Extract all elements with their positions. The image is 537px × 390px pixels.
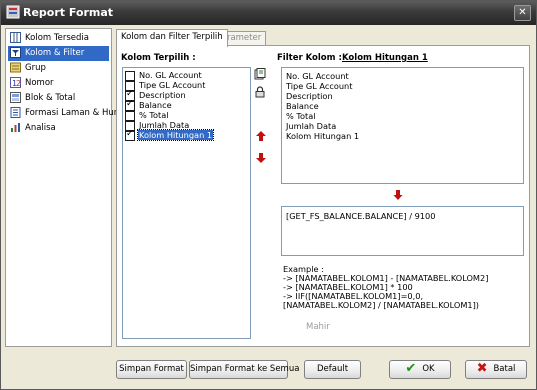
sidebar-item-label: Kolom Tersedia — [25, 33, 89, 43]
checkbox[interactable]: ✓ — [125, 99, 135, 111]
filter-fields-list[interactable]: No. GL Account Tipe GL Account Descripti… — [281, 67, 524, 184]
list-item[interactable]: Tipe GL Account — [286, 81, 352, 91]
list-item-label: Description — [139, 90, 186, 100]
list-item-label: No. GL Account — [139, 70, 202, 80]
mahir-toggle[interactable]: Mahir — [306, 322, 330, 332]
close-icon: ✕ — [518, 7, 527, 18]
sidebar-item-nomor[interactable]: 12 Nomor — [8, 76, 109, 91]
sidebar-item-formasi-laman[interactable]: Formasi Laman & Huruf — [8, 106, 126, 121]
ok-button[interactable]: ✔ OK — [389, 360, 451, 379]
number-icon: 12 — [10, 77, 21, 88]
tab-panel: Kolom Terpilih : No. GL Account Tipe GL … — [116, 45, 530, 347]
analysis-icon — [11, 123, 20, 132]
sidebar-item-label: Formasi Laman & Huruf — [25, 108, 126, 118]
list-item-label: % Total — [139, 110, 169, 120]
selected-columns-list[interactable]: No. GL Account Tipe GL Account ✓ Descrip… — [122, 67, 251, 339]
button-label: Simpan Format ke Semua — [190, 364, 300, 374]
move-down-icon[interactable] — [255, 152, 267, 164]
list-item[interactable]: Jumlah Data — [286, 121, 336, 131]
filter-heading: Filter Kolom : — [277, 53, 342, 63]
checkbox[interactable]: ✓ — [125, 129, 135, 141]
checkmark-icon: ✓ — [126, 99, 134, 109]
svg-text:2: 2 — [16, 79, 21, 88]
sidebar-item-kolom-tersedia[interactable]: Kolom Tersedia — [8, 31, 109, 46]
group-icon — [10, 62, 21, 73]
close-button[interactable]: ✕ — [514, 5, 531, 21]
report-format-window: Report Format ✕ Kolom Tersedia Kolom & F… — [0, 0, 537, 390]
list-item[interactable]: ✓ Kolom Hitungan 1 — [125, 129, 248, 141]
tab-kolom-dan-filter[interactable]: Kolom dan Filter Terpilih — [116, 29, 228, 47]
cancel-button[interactable]: ✖ Batal — [465, 360, 527, 379]
filter-icon — [10, 47, 21, 58]
sidebar-item-label: Analisa — [25, 123, 56, 133]
sidebar-item-label: Kolom & Filter — [25, 48, 85, 58]
button-label: OK — [422, 364, 435, 374]
button-label: Simpan Format — [119, 364, 184, 374]
sidebar-item-blok-total[interactable]: Blok & Total — [8, 91, 109, 106]
x-icon: ✖ — [476, 361, 488, 376]
columns-heading: Kolom Terpilih : — [121, 53, 196, 63]
save-format-button[interactable]: Simpan Format — [116, 360, 187, 379]
list-item[interactable]: Kolom Hitungan 1 — [286, 131, 359, 141]
column-picker-icon[interactable] — [254, 68, 266, 80]
window-title: Report Format — [23, 6, 114, 19]
list-item[interactable]: % Total — [286, 111, 316, 121]
checkmark-icon: ✓ — [126, 89, 134, 99]
list-item-label: Balance — [139, 100, 172, 110]
checkmark-icon: ✔ — [405, 361, 417, 376]
sidebar-item-grup[interactable]: Grup — [8, 61, 109, 76]
list-item[interactable]: Balance — [286, 101, 319, 111]
checkmark-icon: ✓ — [126, 129, 134, 139]
filter-column-name: Kolom Hitungan 1 — [342, 53, 428, 63]
title-bar[interactable]: Report Format ✕ — [1, 1, 536, 25]
sidebar-item-label: Grup — [25, 63, 46, 73]
checkbox[interactable] — [125, 111, 135, 121]
save-format-all-button[interactable]: Simpan Format ke Semua — [189, 360, 299, 379]
list-item[interactable]: No. GL Account — [286, 71, 349, 81]
page-font-icon — [10, 107, 21, 118]
button-label: Default — [316, 364, 349, 374]
button-label: Batal — [493, 364, 516, 374]
lock-icon[interactable] — [254, 86, 266, 98]
sidebar-item-label: Blok & Total — [25, 93, 76, 103]
checkbox[interactable] — [125, 71, 135, 81]
app-icon — [6, 5, 20, 19]
sidebar-item-label: Nomor — [25, 78, 54, 88]
sidebar-nav: Kolom Tersedia Kolom & Filter Grup 12 No… — [5, 28, 126, 347]
example-line: [NAMATABEL.KOLOM2] / [NAMATABEL.KOLOM1]) — [283, 300, 479, 310]
sidebar-item-analisa[interactable]: Analisa — [8, 121, 109, 136]
default-button[interactable]: Default — [304, 360, 361, 379]
list-item-label: Tipe GL Account — [139, 80, 206, 90]
sidebar-item-kolom-filter[interactable]: Kolom & Filter — [8, 46, 109, 61]
block-total-icon — [10, 92, 21, 103]
move-up-icon[interactable] — [255, 130, 267, 142]
insert-down-icon[interactable] — [393, 189, 403, 201]
columns-icon — [10, 32, 21, 43]
formula-text: [GET_FS_BALANCE.BALANCE] / 9100 — [286, 211, 436, 221]
list-item-label: Jumlah Data — [139, 120, 190, 130]
list-item-label: Kolom Hitungan 1 — [136, 129, 215, 141]
list-item[interactable]: Description — [286, 91, 333, 101]
formula-input[interactable]: [GET_FS_BALANCE.BALANCE] / 9100 — [281, 206, 524, 256]
